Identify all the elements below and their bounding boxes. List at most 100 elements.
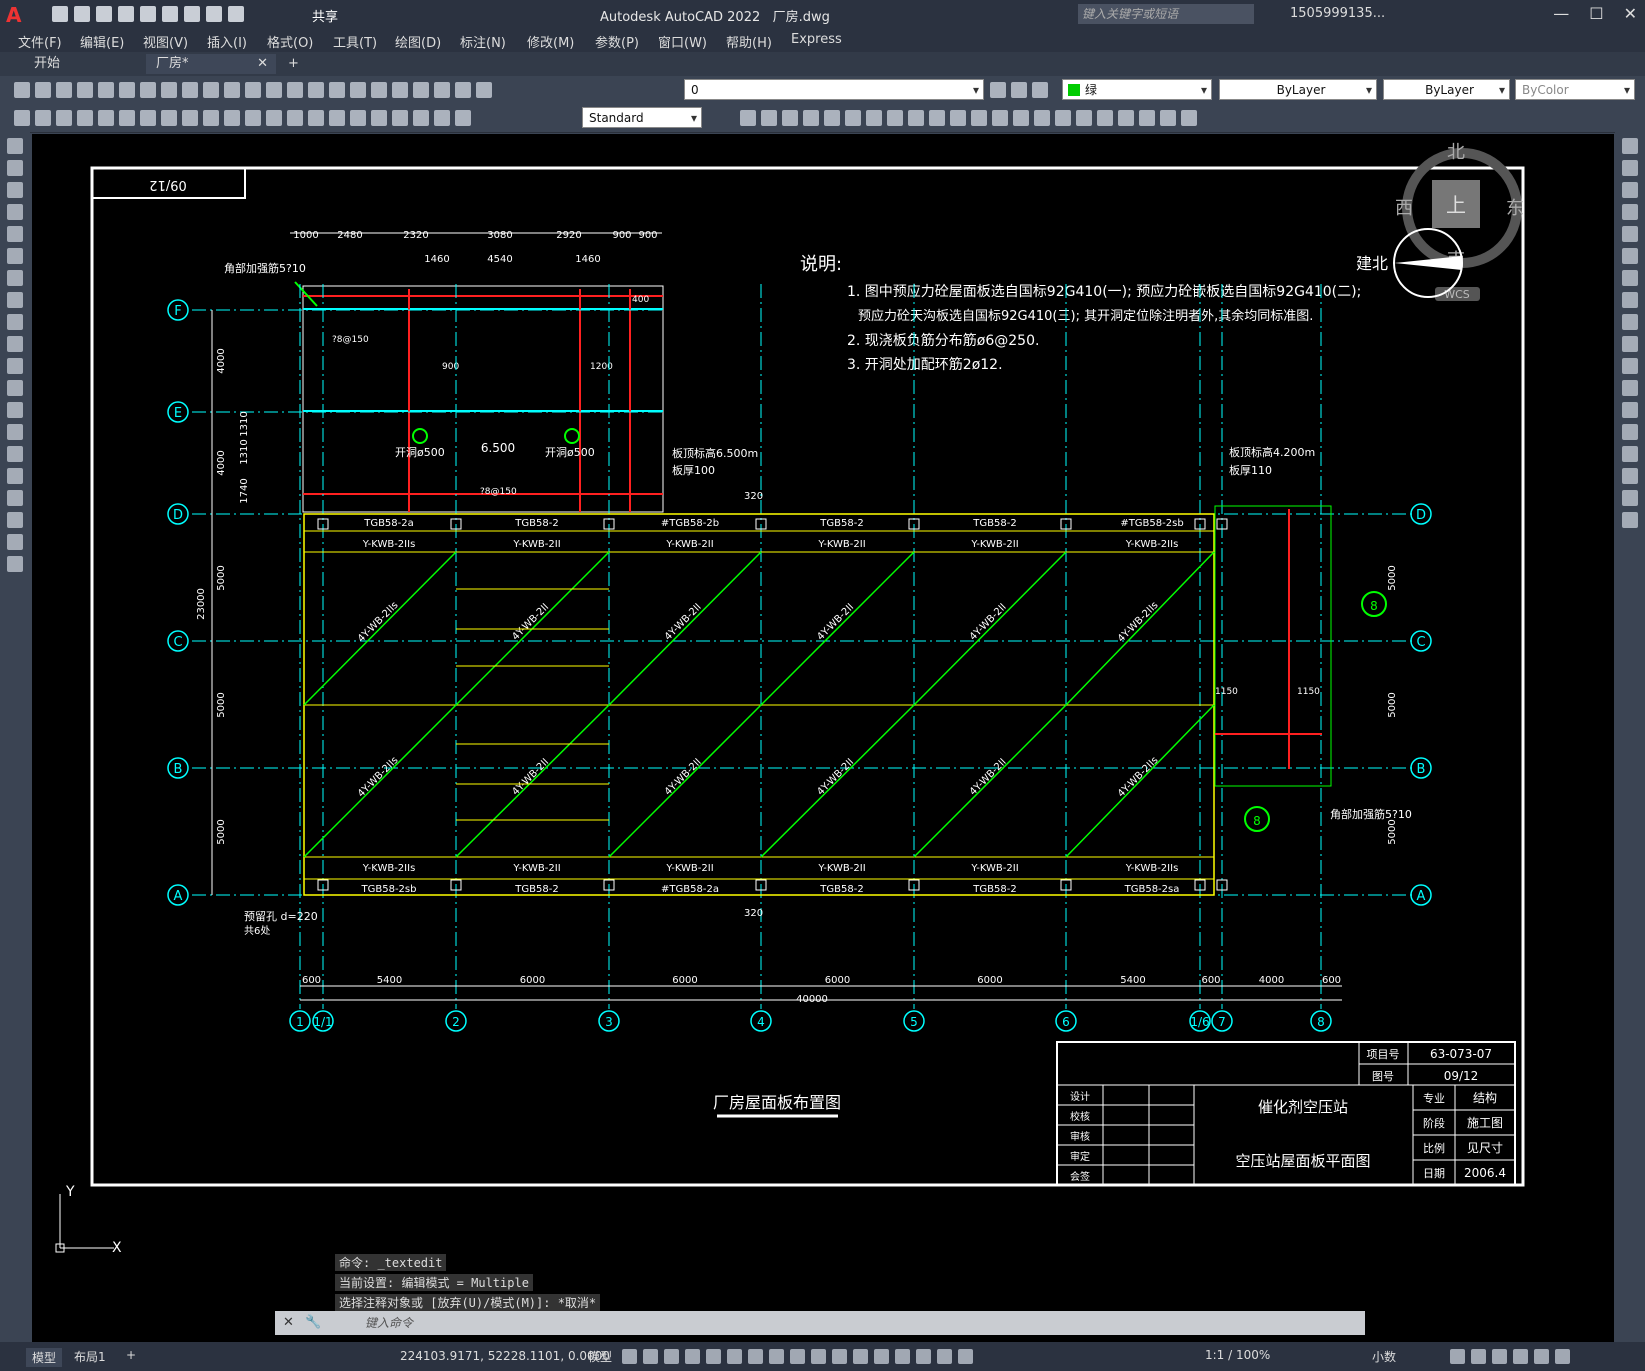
menu-format[interactable]: 格式(O) xyxy=(267,32,313,51)
menu-file[interactable]: 文件(F) xyxy=(18,32,62,51)
dim-update-icon[interactable] xyxy=(455,110,471,126)
save-icon[interactable] xyxy=(96,6,112,22)
dim-jogged-icon[interactable] xyxy=(161,110,177,126)
properties-icon[interactable] xyxy=(329,82,345,98)
annotation-scale[interactable]: 1:1 / 100% xyxy=(1205,1348,1270,1362)
autocad-logo-icon[interactable]: A xyxy=(6,4,28,26)
dim-text-edit-icon[interactable] xyxy=(434,110,450,126)
mtext-icon[interactable] xyxy=(7,534,23,550)
designcenter-icon[interactable] xyxy=(350,82,366,98)
gradient-icon[interactable] xyxy=(7,468,23,484)
circle-icon[interactable] xyxy=(7,270,23,286)
menu-insert[interactable]: 插入(I) xyxy=(207,32,247,51)
layer-dropdown[interactable]: 0 xyxy=(684,79,984,101)
extend-icon[interactable] xyxy=(950,110,966,126)
annotation-visibility-icon[interactable] xyxy=(937,1349,952,1364)
ellipse-arc-icon[interactable] xyxy=(7,358,23,374)
mirror-icon[interactable] xyxy=(782,110,798,126)
close-tab-icon[interactable]: ✕ xyxy=(257,54,268,74)
customize-command-icon[interactable]: 🔧 xyxy=(305,1315,321,1330)
dim-space-icon[interactable] xyxy=(287,110,303,126)
lock-ui-icon[interactable] xyxy=(1471,1349,1486,1364)
offset-icon[interactable] xyxy=(1622,204,1638,220)
rotate-icon[interactable] xyxy=(1622,270,1638,286)
hatch-icon[interactable] xyxy=(7,446,23,462)
undo-icon[interactable] xyxy=(206,6,222,22)
dim-radius-icon[interactable] xyxy=(140,110,156,126)
new-tab-icon[interactable]: + xyxy=(278,54,309,74)
line-icon[interactable] xyxy=(7,138,23,154)
join-icon[interactable] xyxy=(992,110,1008,126)
ellipse-icon[interactable] xyxy=(7,336,23,352)
otrack-icon[interactable] xyxy=(748,1349,763,1364)
quick-properties-icon[interactable] xyxy=(1450,1349,1465,1364)
break-icon[interactable] xyxy=(971,110,987,126)
transparency-icon[interactable] xyxy=(811,1349,826,1364)
ole-icon[interactable] xyxy=(1181,110,1197,126)
snap-icon[interactable] xyxy=(643,1349,658,1364)
hardware-accel-icon[interactable] xyxy=(1513,1349,1528,1364)
break-icon[interactable] xyxy=(1622,402,1638,418)
save-icon[interactable] xyxy=(56,82,72,98)
dim-arc-icon[interactable] xyxy=(98,110,114,126)
make-current-icon[interactable] xyxy=(990,82,1006,98)
point-icon[interactable] xyxy=(7,424,23,440)
lineweight-icon[interactable] xyxy=(790,1349,805,1364)
join-icon[interactable] xyxy=(1622,424,1638,440)
share-button[interactable]: 共享 xyxy=(312,6,338,25)
textstyle-dropdown[interactable]: Standard xyxy=(582,107,702,129)
revcloud-icon[interactable] xyxy=(7,292,23,308)
polyline-icon[interactable] xyxy=(7,182,23,198)
command-input[interactable]: 键入命令 xyxy=(275,1311,1365,1335)
arc-icon[interactable] xyxy=(7,248,23,264)
xline-icon[interactable] xyxy=(7,160,23,176)
maximize-icon[interactable]: ☐ xyxy=(1589,4,1603,23)
menu-edit[interactable]: 编辑(E) xyxy=(80,32,124,51)
open-icon[interactable] xyxy=(74,6,90,22)
make-block-icon[interactable] xyxy=(7,402,23,418)
publish-icon[interactable] xyxy=(119,82,135,98)
osnap-icon[interactable] xyxy=(769,1349,784,1364)
style-icon[interactable] xyxy=(14,110,30,126)
drawing-canvas[interactable]: 09/12 上 北 西 东 南 WCS 建北 说明: 1. 图中预应力砼屋面板选… xyxy=(32,134,1614,1342)
autoscale-icon[interactable] xyxy=(958,1349,973,1364)
grid-icon[interactable] xyxy=(622,1349,637,1364)
rectangle-icon[interactable] xyxy=(7,226,23,242)
cut-icon[interactable] xyxy=(140,82,156,98)
color-dropdown[interactable]: 绿 xyxy=(1062,79,1212,101)
gizmo-icon[interactable] xyxy=(916,1349,931,1364)
menu-draw[interactable]: 绘图(D) xyxy=(395,32,441,51)
offset-icon[interactable] xyxy=(803,110,819,126)
erase-icon[interactable] xyxy=(1622,138,1638,154)
dynamic-ucs-icon[interactable] xyxy=(874,1349,889,1364)
block-icon[interactable] xyxy=(1076,110,1092,126)
redo-icon[interactable] xyxy=(228,6,244,22)
fillet-icon[interactable] xyxy=(1622,468,1638,484)
dim-linear-icon[interactable] xyxy=(56,110,72,126)
open-web-icon[interactable] xyxy=(140,6,156,22)
chamfer-icon[interactable] xyxy=(1013,110,1029,126)
selection-filter-icon[interactable] xyxy=(895,1349,910,1364)
redo-icon[interactable] xyxy=(245,82,261,98)
new-icon[interactable] xyxy=(52,6,68,22)
3dosnap-icon[interactable] xyxy=(853,1349,868,1364)
jog-line-icon[interactable] xyxy=(392,110,408,126)
chamfer-icon[interactable] xyxy=(1622,446,1638,462)
lineweight-dropdown[interactable]: ByLayer xyxy=(1383,79,1510,101)
close-command-icon[interactable]: ✕ xyxy=(283,1315,294,1330)
dim-break-icon[interactable] xyxy=(308,110,324,126)
dim-ordinate-icon[interactable] xyxy=(119,110,135,126)
infer-icon[interactable] xyxy=(664,1349,679,1364)
spline-icon[interactable] xyxy=(7,314,23,330)
tab-layout1[interactable]: 布局1 xyxy=(74,1348,106,1365)
move-icon[interactable] xyxy=(845,110,861,126)
xref-icon[interactable] xyxy=(1139,110,1155,126)
minimize-icon[interactable]: — xyxy=(1553,4,1569,23)
match-icon[interactable] xyxy=(203,82,219,98)
qnew-icon[interactable] xyxy=(14,82,30,98)
explode-icon[interactable] xyxy=(1055,110,1071,126)
inspect-icon[interactable] xyxy=(371,110,387,126)
layer-previous-icon[interactable] xyxy=(1011,82,1027,98)
polar-icon[interactable] xyxy=(706,1349,721,1364)
array-icon[interactable] xyxy=(824,110,840,126)
